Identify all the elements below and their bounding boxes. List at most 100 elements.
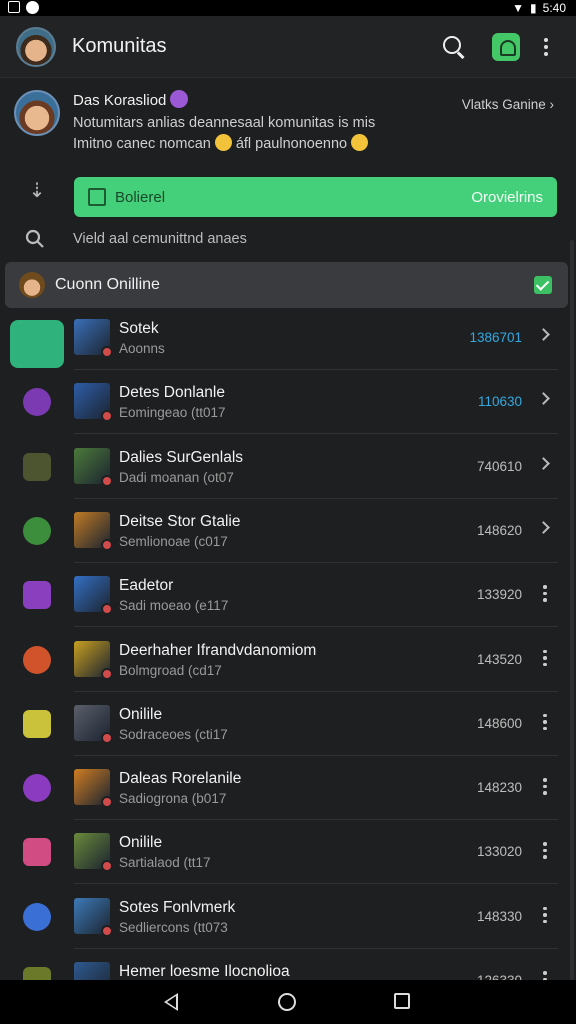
- section-title: Cuonn Onilline: [55, 276, 160, 293]
- member-count: 143520: [476, 651, 522, 667]
- filter-action-bar[interactable]: Bolierel Orovielrins: [74, 177, 557, 217]
- more-options-icon[interactable]: [543, 38, 549, 56]
- notice-avatar: [14, 90, 60, 136]
- wifi-icon: ▼: [512, 1, 525, 15]
- community-type-icon: [23, 452, 51, 481]
- community-thumbnail: [74, 383, 113, 423]
- community-name: Deitse Stor Gtalie: [119, 512, 241, 530]
- section-avatar: [19, 272, 45, 298]
- more-options-icon[interactable]: [542, 585, 548, 602]
- community-type-icon: [23, 516, 51, 545]
- community-subtitle: Aoonns: [119, 341, 165, 356]
- select-checkbox-icon[interactable]: [88, 188, 106, 206]
- community-button[interactable]: [492, 33, 520, 61]
- community-type-icon: [23, 388, 51, 417]
- filter-right-label[interactable]: Orovielrins: [471, 189, 543, 206]
- search-hint[interactable]: Vield aal cemunittnd anaes: [73, 231, 247, 247]
- grin-emoji-icon: [351, 134, 369, 151]
- image-notification-icon: [8, 1, 20, 13]
- community-subtitle: Sodraceoes (cti17: [119, 726, 228, 742]
- notice-body-line2a: Imitno canec nomcan: [73, 136, 211, 152]
- online-section-header[interactable]: Cuonn Onilline: [5, 262, 568, 308]
- thumbnail-badge-icon: [101, 731, 113, 744]
- filter-label: Bolierel: [115, 189, 166, 206]
- community-type-icon: [23, 709, 51, 738]
- list-item[interactable]: Onilile Sartialaod (tt17 133020: [0, 820, 566, 885]
- community-subtitle: Dadi moanan (ot07: [119, 469, 234, 485]
- community-subtitle: Sadiogrona (b017: [119, 791, 227, 807]
- thumbnail-badge-icon: [101, 603, 113, 616]
- more-options-icon[interactable]: [542, 713, 548, 731]
- page-title: Komunitas: [72, 35, 167, 57]
- scrollbar[interactable]: [570, 240, 574, 980]
- list-item[interactable]: Sotek Aoonns 1386701: [0, 306, 566, 370]
- list-item[interactable]: Dalies SurGenlals Dadi moanan (ot07 740610: [0, 435, 566, 499]
- community-name: Eadetor: [119, 577, 174, 595]
- pin-icon[interactable]: ⇣: [24, 178, 50, 204]
- community-type-icon: [23, 774, 51, 803]
- navigation-bar: [0, 980, 576, 1024]
- community-thumbnail: [74, 833, 113, 873]
- more-options-icon[interactable]: [542, 778, 548, 795]
- list-item[interactable]: Deitse Stor Gtalie Semlionoae (c017 148620: [0, 499, 566, 563]
- thumbnail-badge-icon: [101, 410, 113, 423]
- chevron-right-icon[interactable]: [537, 521, 550, 534]
- list-item[interactable]: Onilile Sodraceoes (cti17 148600: [0, 692, 566, 756]
- notice-body-line2b: áfl paulnonoenno: [235, 136, 348, 152]
- thumbnail-badge-icon: [101, 346, 113, 358]
- more-options-icon[interactable]: [542, 649, 548, 666]
- notice-body-line1: Notumitars anlias deannesaal komunitas i…: [73, 115, 376, 131]
- battery-icon: ▮: [530, 1, 537, 15]
- profile-avatar[interactable]: [16, 27, 56, 67]
- community-thumbnail: [74, 769, 113, 809]
- member-count: 148620: [476, 522, 522, 538]
- search-icon[interactable]: [441, 34, 467, 60]
- community-name: Onilile: [119, 705, 163, 723]
- member-count: 148330: [476, 908, 522, 924]
- community-name: Daleas Rorelanile: [119, 770, 242, 788]
- list-item[interactable]: Sotes Fonlvmerk Sedliercons (tt073 148330: [0, 885, 566, 949]
- status-time: 5:40: [542, 1, 566, 15]
- community-subtitle: Sartialaod (tt17: [119, 855, 211, 871]
- thumbnail-badge-icon: [101, 796, 113, 809]
- more-options-icon[interactable]: [542, 842, 548, 859]
- list-item[interactable]: Detes Donlanle Eomingeao (tt017 110630: [0, 370, 566, 435]
- status-bar: ▼ ▮ 5:40: [0, 0, 576, 16]
- community-name: Hemer loesme Ilocnolioa: [119, 963, 290, 980]
- community-name: Onilile: [119, 834, 163, 852]
- notice-badge-icon: [170, 90, 189, 108]
- community-thumbnail: [74, 640, 113, 680]
- thumbnail-badge-icon: [101, 538, 113, 551]
- list-item[interactable]: Daleas Rorelanile Sadiogrona (b017 148230: [0, 756, 566, 821]
- notice-link[interactable]: Vlatks Ganine ›: [462, 97, 554, 112]
- community-thumbnail: [74, 319, 113, 358]
- notice-title: Das Korasliod: [73, 92, 167, 109]
- community-name: Sotes Fonlvmerk: [119, 898, 236, 916]
- grin-emoji-icon: [214, 134, 232, 151]
- member-count: 133020: [476, 844, 522, 860]
- chevron-right-icon[interactable]: [537, 328, 550, 341]
- community-type-icon: [10, 320, 64, 368]
- thumbnail-badge-icon: [101, 860, 113, 873]
- community-subtitle: Bolmgroad (cd17: [119, 662, 222, 678]
- thumbnail-badge-icon: [101, 667, 113, 680]
- more-options-icon[interactable]: [542, 906, 548, 924]
- app-notification-icon: [26, 1, 39, 14]
- home-icon[interactable]: [278, 993, 296, 1011]
- list-item[interactable]: Deerhaher Ifrandvdanomiom Bolmgroad (cd17…: [0, 628, 566, 692]
- back-icon[interactable]: [164, 993, 178, 1011]
- community-name: Detes Donlanle: [119, 384, 225, 402]
- chevron-right-icon[interactable]: [537, 456, 550, 470]
- member-count: 148230: [476, 780, 522, 796]
- thumbnail-badge-icon: [101, 474, 113, 487]
- community-notice: Das Korasliod Notumitars anlias deannesa…: [0, 80, 576, 166]
- community-subtitle: Sadi moeao (e117: [119, 598, 229, 614]
- list-item[interactable]: Eadetor Sadi moeao (e117 133920: [0, 563, 566, 628]
- recent-apps-icon[interactable]: [394, 993, 410, 1009]
- section-checkbox[interactable]: [534, 276, 552, 294]
- chevron-right-icon[interactable]: [537, 392, 550, 406]
- member-count: 1386701: [469, 330, 522, 345]
- community-type-icon: [23, 838, 51, 867]
- app-bar: Komunitas: [0, 16, 576, 78]
- search-icon[interactable]: [24, 228, 50, 254]
